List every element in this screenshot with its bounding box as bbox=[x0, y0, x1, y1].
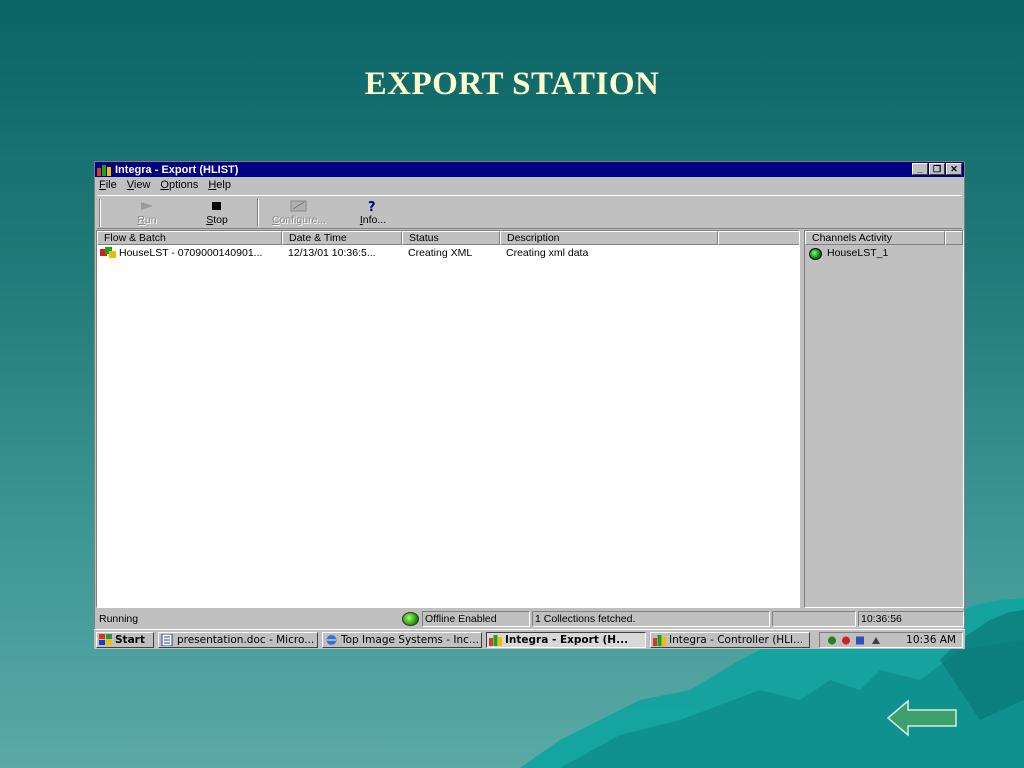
row-flow: HouseLST - 0709000140901... bbox=[119, 247, 263, 259]
task-label: Integra - Export (H... bbox=[505, 634, 629, 646]
batch-icon bbox=[100, 247, 116, 258]
taskbar-clock: 10:36 AM bbox=[906, 634, 956, 646]
toolbar-grip bbox=[99, 199, 101, 227]
taskbar: Start presentation.doc - Micro... Top Im… bbox=[94, 629, 965, 649]
window-title: Integra - Export (HLIST) bbox=[115, 163, 239, 176]
status-blank bbox=[772, 611, 856, 627]
run-label: Run bbox=[137, 214, 157, 226]
stop-square-icon bbox=[212, 202, 221, 210]
task-integra-controller[interactable]: Integra - Controller (HLI... bbox=[650, 632, 810, 648]
configure-button[interactable]: Configure... bbox=[269, 199, 329, 226]
menu-view[interactable]: View bbox=[127, 179, 151, 191]
slide-title: EXPORT STATION bbox=[364, 66, 660, 102]
back-arrow-icon bbox=[886, 699, 957, 737]
status-time: 10:36:56 bbox=[858, 611, 964, 627]
col-description[interactable]: Description bbox=[500, 231, 718, 245]
export-window: Integra - Export (HLIST) _ ❐ ✕ File View… bbox=[94, 161, 965, 630]
task-label: presentation.doc - Micro... bbox=[177, 634, 315, 646]
svg-text:?: ? bbox=[368, 200, 376, 213]
status-message: 1 Collections fetched. bbox=[532, 611, 770, 627]
window-titlebar[interactable]: Integra - Export (HLIST) _ ❐ ✕ bbox=[95, 162, 964, 177]
status-bar: Running Offline Enabled 1 Collections fe… bbox=[96, 610, 964, 628]
channel-label: HouseLST_1 bbox=[827, 247, 889, 259]
channels-pane: Channels Activity HouseLST_1 bbox=[804, 230, 964, 608]
status-mode: Offline Enabled bbox=[422, 611, 530, 627]
configure-label: Configure... bbox=[271, 214, 327, 226]
back-arrow-button[interactable] bbox=[886, 698, 958, 738]
menu-bar: File View Options Help bbox=[95, 177, 964, 193]
menu-file[interactable]: File bbox=[99, 179, 117, 191]
menu-help[interactable]: Help bbox=[208, 179, 231, 191]
question-mark-icon: ? bbox=[368, 200, 376, 213]
stop-label: Stop bbox=[206, 214, 228, 226]
flow-list: Flow & Batch Date & Time Status Descript… bbox=[96, 230, 800, 608]
col-blank bbox=[718, 231, 799, 245]
channel-status-led-icon bbox=[809, 248, 822, 260]
toolbar-separator bbox=[257, 199, 259, 227]
info-label: Info... bbox=[359, 214, 387, 226]
windows-logo-icon bbox=[99, 634, 112, 645]
task-label: Integra - Controller (HLI... bbox=[669, 634, 804, 646]
col-flow-batch[interactable]: Flow & Batch bbox=[97, 231, 282, 245]
channels-header: Channels Activity bbox=[805, 231, 963, 245]
channel-item[interactable]: HouseLST_1 bbox=[805, 246, 963, 262]
task-top-image-systems[interactable]: Top Image Systems - Inc... bbox=[322, 632, 482, 648]
toolbar: Run Stop Configure... ? Info... bbox=[97, 195, 962, 229]
menu-options[interactable]: Options bbox=[160, 179, 198, 191]
col-channels-blank bbox=[945, 231, 963, 245]
integra-app-icon bbox=[97, 164, 111, 176]
start-button[interactable]: Start bbox=[96, 632, 154, 648]
task-integra-export[interactable]: Integra - Export (H... bbox=[486, 632, 646, 648]
col-date-time[interactable]: Date & Time bbox=[282, 231, 402, 245]
offline-status-led-icon bbox=[402, 612, 419, 626]
col-channels-activity[interactable]: Channels Activity bbox=[805, 231, 945, 245]
integra-app-icon bbox=[489, 635, 502, 646]
integra-controller-icon bbox=[653, 635, 666, 646]
table-row[interactable]: HouseLST - 0709000140901... 12/13/01 10:… bbox=[97, 245, 799, 261]
flow-list-header: Flow & Batch Date & Time Status Descript… bbox=[97, 231, 799, 245]
word-document-icon bbox=[161, 634, 173, 646]
system-tray: 10:36 AM bbox=[819, 632, 963, 648]
row-status: Creating XML bbox=[408, 247, 473, 259]
maximize-button[interactable]: ❐ bbox=[929, 163, 945, 175]
task-label: Top Image Systems - Inc... bbox=[341, 634, 479, 646]
tray-icons bbox=[828, 636, 880, 645]
row-datetime: 12/13/01 10:36:5... bbox=[288, 247, 376, 259]
stop-button[interactable]: Stop bbox=[187, 199, 247, 226]
col-status[interactable]: Status bbox=[402, 231, 500, 245]
task-presentation[interactable]: presentation.doc - Micro... bbox=[158, 632, 318, 648]
run-arrow-icon bbox=[141, 202, 153, 210]
start-label: Start bbox=[115, 634, 145, 646]
minimize-button[interactable]: _ bbox=[912, 163, 928, 175]
close-button[interactable]: ✕ bbox=[946, 163, 962, 175]
run-button[interactable]: Run bbox=[117, 199, 177, 226]
configure-icon bbox=[290, 200, 307, 212]
row-description: Creating xml data bbox=[506, 247, 589, 259]
browser-icon bbox=[326, 635, 337, 645]
status-state: Running bbox=[99, 613, 139, 625]
info-button[interactable]: ? Info... bbox=[343, 199, 403, 226]
